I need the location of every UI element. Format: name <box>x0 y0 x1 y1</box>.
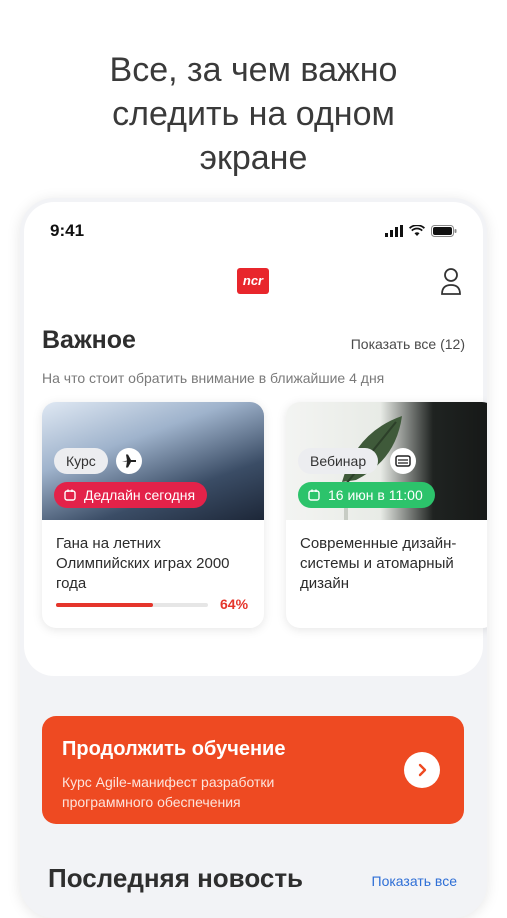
continue-learning-banner[interactable]: Продолжить обучение Курс Agile-манифест … <box>42 716 464 824</box>
important-card-course[interactable]: Курс Дедлайн сегодня Гана на летних Олим… <box>42 402 264 628</box>
headline-line-2: следить на одном <box>112 95 395 133</box>
ticket-icon <box>390 448 416 474</box>
calendar-icon <box>64 489 76 501</box>
signal-icon <box>385 225 403 237</box>
important-subtitle: На что стоит обратить внимание в ближайш… <box>42 370 385 386</box>
important-title: Важное <box>42 326 136 354</box>
continue-subtitle: Курс Agile-манифест разработки программн… <box>62 774 275 810</box>
status-time: 9:41 <box>50 221 85 240</box>
important-show-all-link[interactable]: Показать все (12) <box>351 336 465 352</box>
wifi-icon <box>409 225 425 236</box>
continue-arrow-button[interactable] <box>404 752 440 788</box>
continue-title: Продолжить обучение <box>62 738 286 760</box>
status-bar: 9:41 <box>50 220 457 242</box>
calendar-icon <box>308 489 320 501</box>
battery-icon <box>431 225 457 237</box>
headline-line-1: Все, за чем важно <box>109 51 398 89</box>
app-logo: ncr <box>237 268 269 294</box>
plane-icon <box>116 448 142 474</box>
news-title: Последняя новость <box>48 863 304 893</box>
promo-headline: Все, за чем важно следить на одном экран… <box>0 48 507 180</box>
event-date-badge: 16 июн в 11:00 <box>298 482 435 508</box>
course-progress-label: 64% <box>220 596 249 612</box>
card-tag: Курс <box>54 448 108 474</box>
headline-line-3: экране <box>199 139 308 177</box>
course-progress-fill <box>56 603 154 607</box>
card-tag: Вебинар <box>298 448 379 474</box>
card-title: Современные дизайн-системы и атомарный д… <box>300 535 457 592</box>
phone-mockup: 9:41 ncr Важное Показать все (12) На что… <box>20 198 487 918</box>
important-panel: 9:41 ncr Важное Показать все (12) На что… <box>24 202 487 676</box>
course-progress-bar <box>56 603 208 607</box>
deadline-badge: Дедлайн сегодня <box>54 482 208 508</box>
profile-icon[interactable] <box>439 266 463 296</box>
card-title: Гана на летних Олимпийских играх 2000 го… <box>56 535 230 592</box>
chevron-right-icon <box>418 763 427 777</box>
news-show-all-link[interactable]: Показать все <box>372 873 457 889</box>
important-card-webinar[interactable]: Вебинар 16 июн в 11:00 Современные дизай… <box>286 402 487 628</box>
